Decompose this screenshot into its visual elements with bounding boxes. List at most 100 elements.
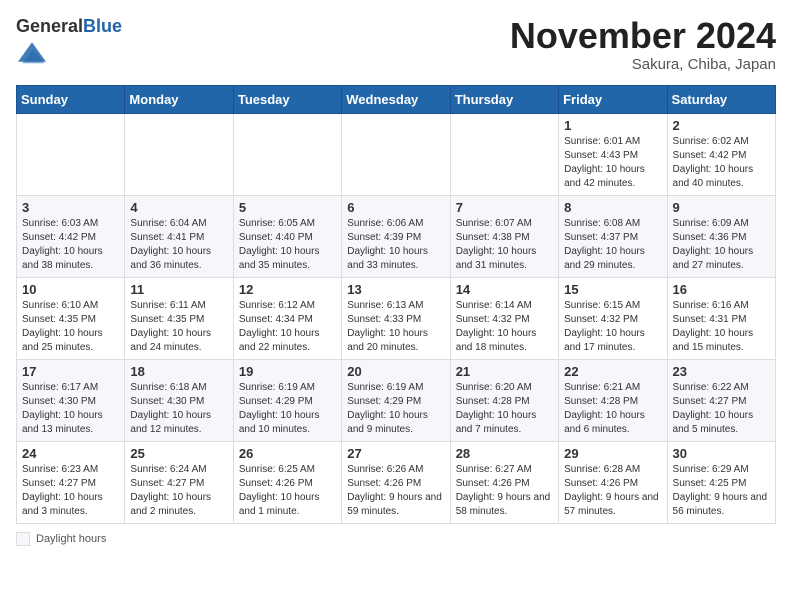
- calendar-cell: 5 Sunrise: 6:05 AM Sunset: 4:40 PM Daylig…: [233, 195, 341, 277]
- day-number: 22: [564, 364, 661, 379]
- day-number: 15: [564, 282, 661, 297]
- calendar-week-4: 17 Sunrise: 6:17 AM Sunset: 4:30 PM Dayli…: [17, 359, 776, 441]
- weekday-header-thursday: Thursday: [450, 85, 558, 113]
- day-info: Sunrise: 6:20 AM Sunset: 4:28 PM Dayligh…: [456, 381, 553, 437]
- day-number: 7: [456, 200, 553, 215]
- calendar-cell: 1Sunrise: 6:01 AM Sunset: 4:43 PM Daylig…: [559, 113, 667, 195]
- day-number: 17: [22, 364, 119, 379]
- title-block: November 2024 Sakura, Chiba, Japan: [510, 16, 776, 73]
- day-info: Sunrise: 6:25 AM Sunset: 4:26 PM Dayligh…: [239, 463, 336, 519]
- day-number: 20: [347, 364, 444, 379]
- calendar-cell: 17 Sunrise: 6:17 AM Sunset: 4:30 PM Dayli…: [17, 359, 125, 441]
- weekday-header-wednesday: Wednesday: [342, 85, 450, 113]
- weekday-header-friday: Friday: [559, 85, 667, 113]
- day-info: Sunrise: 6:08 AM Sunset: 4:37 PM Dayligh…: [564, 217, 661, 273]
- footer: Daylight hours: [16, 532, 776, 546]
- daylight-legend-box: [16, 532, 30, 546]
- day-number: 2: [673, 118, 770, 133]
- day-info: Sunrise: 6:10 AM Sunset: 4:35 PM Dayligh…: [22, 299, 119, 355]
- day-info: Sunrise: 6:11 AM Sunset: 4:35 PM Dayligh…: [130, 299, 227, 355]
- day-number: 5: [239, 200, 336, 215]
- day-info: Sunrise: 6:27 AM Sunset: 4:26 PM Dayligh…: [456, 463, 553, 519]
- day-number: 29: [564, 446, 661, 461]
- day-info: Sunrise: 6:22 AM Sunset: 4:27 PM Dayligh…: [673, 381, 770, 437]
- day-info: Sunrise: 6:18 AM Sunset: 4:30 PM Dayligh…: [130, 381, 227, 437]
- location-subtitle: Sakura, Chiba, Japan: [510, 56, 776, 73]
- day-number: 26: [239, 446, 336, 461]
- day-info: Sunrise: 6:05 AM Sunset: 4:40 PM Dayligh…: [239, 217, 336, 273]
- calendar-table: SundayMondayTuesdayWednesdayThursdayFrid…: [16, 85, 776, 524]
- calendar-cell: 4 Sunrise: 6:04 AM Sunset: 4:41 PM Daylig…: [125, 195, 233, 277]
- logo-blue-text: Blue: [83, 16, 122, 36]
- logo-icon: [18, 38, 46, 66]
- day-number: 30: [673, 446, 770, 461]
- calendar-cell: 20 Sunrise: 6:19 AM Sunset: 4:29 PM Dayli…: [342, 359, 450, 441]
- day-info: Sunrise: 6:23 AM Sunset: 4:27 PM Dayligh…: [22, 463, 119, 519]
- calendar-cell: 23 Sunrise: 6:22 AM Sunset: 4:27 PM Dayli…: [667, 359, 775, 441]
- calendar-cell: 29Sunrise: 6:28 AM Sunset: 4:26 PM Dayli…: [559, 441, 667, 523]
- day-info: Sunrise: 6:16 AM Sunset: 4:31 PM Dayligh…: [673, 299, 770, 355]
- calendar-cell: 12Sunrise: 6:12 AM Sunset: 4:34 PM Dayli…: [233, 277, 341, 359]
- day-number: 10: [22, 282, 119, 297]
- calendar-cell: 14 Sunrise: 6:14 AM Sunset: 4:32 PM Dayli…: [450, 277, 558, 359]
- calendar-cell: 25Sunrise: 6:24 AM Sunset: 4:27 PM Dayli…: [125, 441, 233, 523]
- calendar-cell: 10 Sunrise: 6:10 AM Sunset: 4:35 PM Dayli…: [17, 277, 125, 359]
- weekday-header-saturday: Saturday: [667, 85, 775, 113]
- day-info: Sunrise: 6:13 AM Sunset: 4:33 PM Dayligh…: [347, 299, 444, 355]
- calendar-cell: 3 Sunrise: 6:03 AM Sunset: 4:42 PM Daylig…: [17, 195, 125, 277]
- calendar-cell: [342, 113, 450, 195]
- calendar-week-5: 24 Sunrise: 6:23 AM Sunset: 4:27 PM Dayli…: [17, 441, 776, 523]
- day-info: Sunrise: 6:19 AM Sunset: 4:29 PM Dayligh…: [347, 381, 444, 437]
- day-info: Sunrise: 6:21 AM Sunset: 4:28 PM Dayligh…: [564, 381, 661, 437]
- day-number: 12: [239, 282, 336, 297]
- day-number: 13: [347, 282, 444, 297]
- calendar-cell: 27Sunrise: 6:26 AM Sunset: 4:26 PM Dayli…: [342, 441, 450, 523]
- day-number: 19: [239, 364, 336, 379]
- calendar-cell: [233, 113, 341, 195]
- daylight-legend-label: Daylight hours: [36, 533, 106, 545]
- day-number: 9: [673, 200, 770, 215]
- day-info: Sunrise: 6:03 AM Sunset: 4:42 PM Dayligh…: [22, 217, 119, 273]
- calendar-cell: 9 Sunrise: 6:09 AM Sunset: 4:36 PM Daylig…: [667, 195, 775, 277]
- calendar-week-2: 3 Sunrise: 6:03 AM Sunset: 4:42 PM Daylig…: [17, 195, 776, 277]
- day-number: 23: [673, 364, 770, 379]
- day-info: Sunrise: 6:15 AM Sunset: 4:32 PM Dayligh…: [564, 299, 661, 355]
- calendar-cell: 2Sunrise: 6:02 AM Sunset: 4:42 PM Daylig…: [667, 113, 775, 195]
- day-number: 18: [130, 364, 227, 379]
- calendar-cell: [450, 113, 558, 195]
- calendar-cell: 19Sunrise: 6:19 AM Sunset: 4:29 PM Dayli…: [233, 359, 341, 441]
- day-number: 16: [673, 282, 770, 297]
- calendar-cell: 30 Sunrise: 6:29 AM Sunset: 4:25 PM Dayli…: [667, 441, 775, 523]
- calendar-cell: 28 Sunrise: 6:27 AM Sunset: 4:26 PM Dayli…: [450, 441, 558, 523]
- day-info: Sunrise: 6:04 AM Sunset: 4:41 PM Dayligh…: [130, 217, 227, 273]
- calendar-week-3: 10 Sunrise: 6:10 AM Sunset: 4:35 PM Dayli…: [17, 277, 776, 359]
- calendar-cell: [17, 113, 125, 195]
- calendar-cell: 24 Sunrise: 6:23 AM Sunset: 4:27 PM Dayli…: [17, 441, 125, 523]
- day-number: 28: [456, 446, 553, 461]
- calendar-cell: 8Sunrise: 6:08 AM Sunset: 4:37 PM Daylig…: [559, 195, 667, 277]
- day-number: 6: [347, 200, 444, 215]
- day-info: Sunrise: 6:29 AM Sunset: 4:25 PM Dayligh…: [673, 463, 770, 519]
- weekday-header-monday: Monday: [125, 85, 233, 113]
- day-number: 14: [456, 282, 553, 297]
- calendar-week-1: 1Sunrise: 6:01 AM Sunset: 4:43 PM Daylig…: [17, 113, 776, 195]
- calendar-cell: 26 Sunrise: 6:25 AM Sunset: 4:26 PM Dayli…: [233, 441, 341, 523]
- calendar-cell: 11 Sunrise: 6:11 AM Sunset: 4:35 PM Dayli…: [125, 277, 233, 359]
- day-info: Sunrise: 6:09 AM Sunset: 4:36 PM Dayligh…: [673, 217, 770, 273]
- day-number: 24: [22, 446, 119, 461]
- day-number: 27: [347, 446, 444, 461]
- day-info: Sunrise: 6:17 AM Sunset: 4:30 PM Dayligh…: [22, 381, 119, 437]
- day-info: Sunrise: 6:06 AM Sunset: 4:39 PM Dayligh…: [347, 217, 444, 273]
- day-number: 3: [22, 200, 119, 215]
- day-info: Sunrise: 6:24 AM Sunset: 4:27 PM Dayligh…: [130, 463, 227, 519]
- day-info: Sunrise: 6:14 AM Sunset: 4:32 PM Dayligh…: [456, 299, 553, 355]
- page-header: GeneralBlue November 2024 Sakura, Chiba,…: [16, 16, 776, 73]
- weekday-header-row: SundayMondayTuesdayWednesdayThursdayFrid…: [17, 85, 776, 113]
- day-number: 4: [130, 200, 227, 215]
- calendar-cell: 15 Sunrise: 6:15 AM Sunset: 4:32 PM Dayli…: [559, 277, 667, 359]
- month-title: November 2024: [510, 16, 776, 56]
- logo: GeneralBlue: [16, 16, 122, 71]
- logo-general-text: General: [16, 16, 83, 36]
- day-number: 11: [130, 282, 227, 297]
- weekday-header-sunday: Sunday: [17, 85, 125, 113]
